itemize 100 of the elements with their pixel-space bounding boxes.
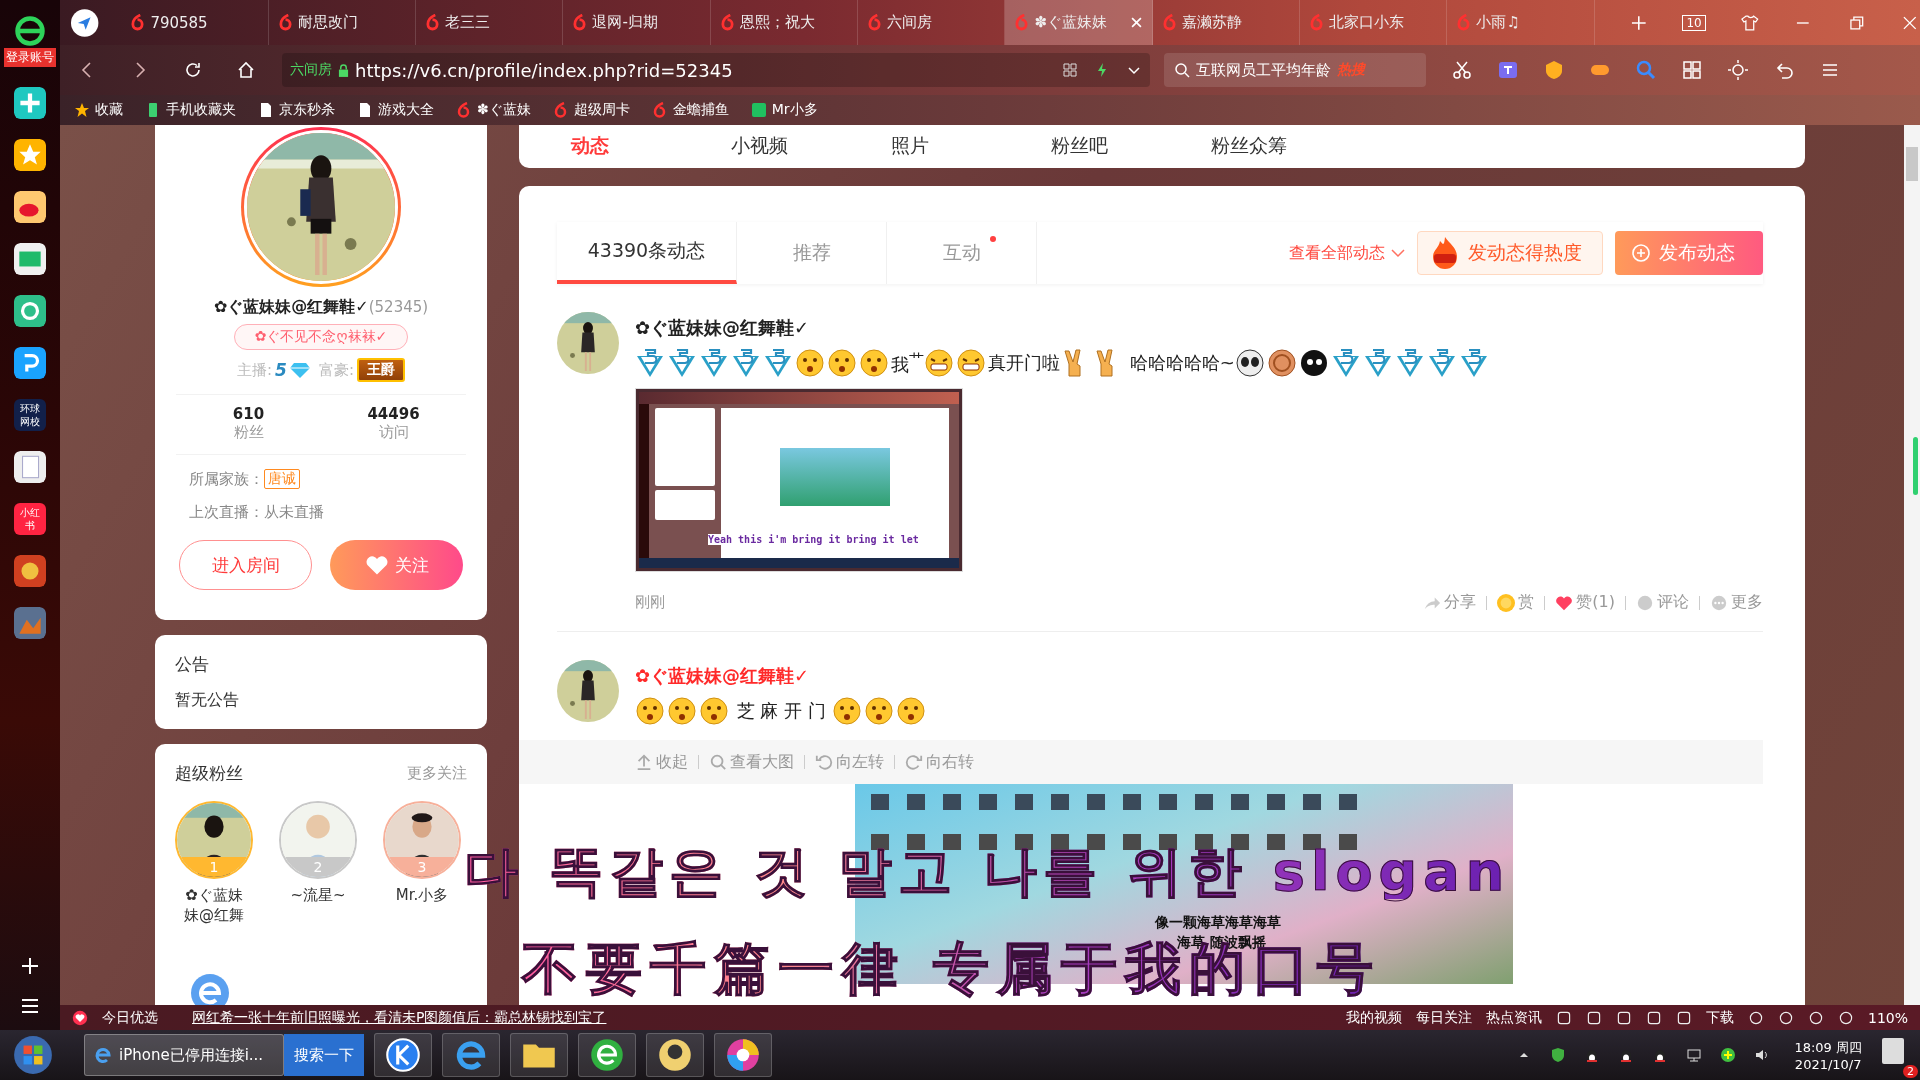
taskbar-window[interactable]: iPhone已停用连接i... <box>84 1034 284 1076</box>
search-button[interactable]: 搜索一下 <box>284 1034 364 1076</box>
browser-tab[interactable]: ✽ぐ蓝妹妹 <box>1005 0 1153 45</box>
app-icon[interactable] <box>14 347 46 379</box>
rotate-left-icon <box>815 753 833 771</box>
brightness-icon[interactable] <box>1728 60 1748 80</box>
grinning-face-icon <box>924 348 954 378</box>
toolbar-icon[interactable] <box>1807 1009 1824 1026</box>
toolbar-icon[interactable] <box>1675 1009 1692 1026</box>
bookmark-item[interactable]: 金蟾捕鱼 <box>651 101 729 119</box>
user-name: ✿ぐ蓝妹妹@红舞鞋✓ <box>213 297 369 318</box>
fan-name[interactable]: ~流星~ <box>290 885 346 905</box>
ie-app-icon[interactable] <box>442 1033 500 1077</box>
bookmark-item[interactable]: ✽ぐ蓝妹 <box>456 101 531 119</box>
toolbar-icon[interactable] <box>1777 1009 1794 1026</box>
nav-tab[interactable]: 动态 <box>571 134 731 156</box>
k-app-icon[interactable] <box>374 1033 432 1077</box>
user-id: (52345) <box>368 298 429 316</box>
folder-icon[interactable] <box>510 1033 568 1077</box>
shield-icon[interactable] <box>1550 1047 1567 1063</box>
qr-code-icon[interactable] <box>1062 62 1078 78</box>
scrollbar[interactable] <box>1904 125 1920 1005</box>
start-button[interactable] <box>12 1034 54 1076</box>
reload-icon[interactable] <box>183 60 203 80</box>
screenshot-thumbnail[interactable]: Yeah this i'm bring it bring it let <box>635 388 963 572</box>
news-link[interactable]: 网红希一张十年前旧照曝光，看清未P图颜值后：霸总林锡找到宝了 <box>192 1008 607 1027</box>
bookmark-item[interactable]: Mr小多 <box>750 101 818 119</box>
close-icon[interactable] <box>1130 17 1142 28</box>
app-icon[interactable] <box>14 555 46 587</box>
bookmark-item[interactable]: 收藏 <box>74 101 123 119</box>
bookmark-item[interactable]: 手机收藏夹 <box>145 101 236 119</box>
translate-icon[interactable] <box>1498 60 1518 80</box>
side-handle[interactable] <box>1913 437 1918 495</box>
notice-text: 暂无公告 <box>175 690 240 711</box>
bookmark-item[interactable]: 游戏大全 <box>357 101 434 119</box>
app-icon[interactable] <box>14 243 46 275</box>
menu-icon[interactable] <box>20 996 40 1016</box>
login-label[interactable]: 登录账号 <box>4 48 56 67</box>
rotate-right-icon <box>905 753 923 771</box>
app-icon[interactable] <box>14 191 46 223</box>
shirt-icon[interactable] <box>1739 12 1760 33</box>
zoom-level[interactable]: 110% <box>1867 1009 1908 1026</box>
undo-icon[interactable] <box>1774 60 1794 80</box>
nav-tab[interactable]: 粉丝吧 <box>1051 134 1211 156</box>
feed-tab[interactable]: 43390条动态 <box>557 222 737 284</box>
app-icon[interactable]: 小红书 <box>14 503 46 535</box>
toolbar-icon[interactable] <box>1555 1009 1572 1026</box>
post-author[interactable]: ✿ぐ蓝妹妹@红舞鞋✓ <box>635 664 1763 688</box>
bookmark-item[interactable]: 京东秒杀 <box>258 101 335 119</box>
level-badge-icon <box>1362 348 1393 378</box>
fan-name[interactable]: ✿ぐ蓝妹妹@红舞 <box>178 885 250 925</box>
address-field[interactable]: 六间房 https://v6.cn/profile/index.php?rid=52345 <box>282 53 1150 87</box>
logo-icon <box>573 14 587 31</box>
scissors-icon[interactable] <box>1452 60 1472 80</box>
status-link[interactable]: 我的视频 <box>1345 1008 1402 1027</box>
grid-icon[interactable] <box>1682 60 1702 80</box>
level-badge-icon <box>699 348 729 378</box>
status-link[interactable]: 热点资讯 <box>1485 1008 1542 1027</box>
today-picks-link[interactable]: 今日优选 <box>102 1008 158 1027</box>
app-icon <box>750 102 767 118</box>
toolbar-icon[interactable] <box>1645 1009 1662 1026</box>
avatar-app-icon[interactable] <box>646 1033 704 1077</box>
chevron-icon <box>1391 248 1405 258</box>
nav-tab[interactable]: 小视频 <box>731 134 891 156</box>
add-icon[interactable] <box>1720 1047 1737 1063</box>
toolbar-icon[interactable] <box>1837 1009 1854 1026</box>
bookmark-item[interactable]: 超级周卡 <box>552 101 630 119</box>
navigation-icon[interactable] <box>70 7 100 38</box>
app-icon[interactable]: 环球网校 <box>14 399 46 431</box>
nav-tab[interactable]: 照片 <box>891 134 1051 156</box>
post-author[interactable]: ✿ぐ蓝妹妹@红舞鞋✓ <box>635 316 1763 340</box>
toolbar-icon[interactable] <box>1615 1009 1632 1026</box>
search-field[interactable]: 互联网员工平均年龄 热搜 <box>1164 53 1426 87</box>
emoji-face-icon <box>667 696 697 726</box>
nav-tab[interactable]: 粉丝众筹 <box>1211 134 1371 156</box>
color-wheel-icon[interactable] <box>714 1033 772 1077</box>
app-icon[interactable] <box>14 295 46 327</box>
toolbar-icon[interactable] <box>1585 1009 1602 1026</box>
level-badge-icon <box>1458 348 1489 378</box>
level-badge-icon <box>1426 348 1457 378</box>
enter-room-button[interactable]: 进入房间 <box>179 540 312 590</box>
heart-icon <box>1555 593 1574 612</box>
tab-count[interactable]: 10 <box>1682 14 1706 31</box>
clock-time[interactable]: 18:09 周四 <box>1794 1038 1862 1057</box>
toolbar-icon[interactable] <box>1747 1009 1764 1026</box>
emoji-face-icon <box>863 696 894 726</box>
status-link[interactable]: 每日关注 <box>1415 1008 1472 1027</box>
clock-date[interactable]: 2021/10/7 <box>1794 1056 1862 1072</box>
app-icon[interactable] <box>14 139 46 171</box>
emoji-face-icon <box>831 696 862 726</box>
network-icon[interactable] <box>1686 1047 1703 1063</box>
home-icon[interactable] <box>236 60 256 80</box>
add-icon[interactable] <box>20 956 40 976</box>
scrollbar-thumb[interactable] <box>1906 147 1918 181</box>
app-icon[interactable] <box>14 451 46 483</box>
browser-logo-icon[interactable] <box>13 14 47 48</box>
fan-name[interactable]: Mr.小多 <box>395 885 449 905</box>
download-link[interactable]: 下载 <box>1705 1008 1734 1027</box>
browser-app-icon[interactable] <box>578 1033 636 1077</box>
app-icon[interactable] <box>14 87 46 119</box>
